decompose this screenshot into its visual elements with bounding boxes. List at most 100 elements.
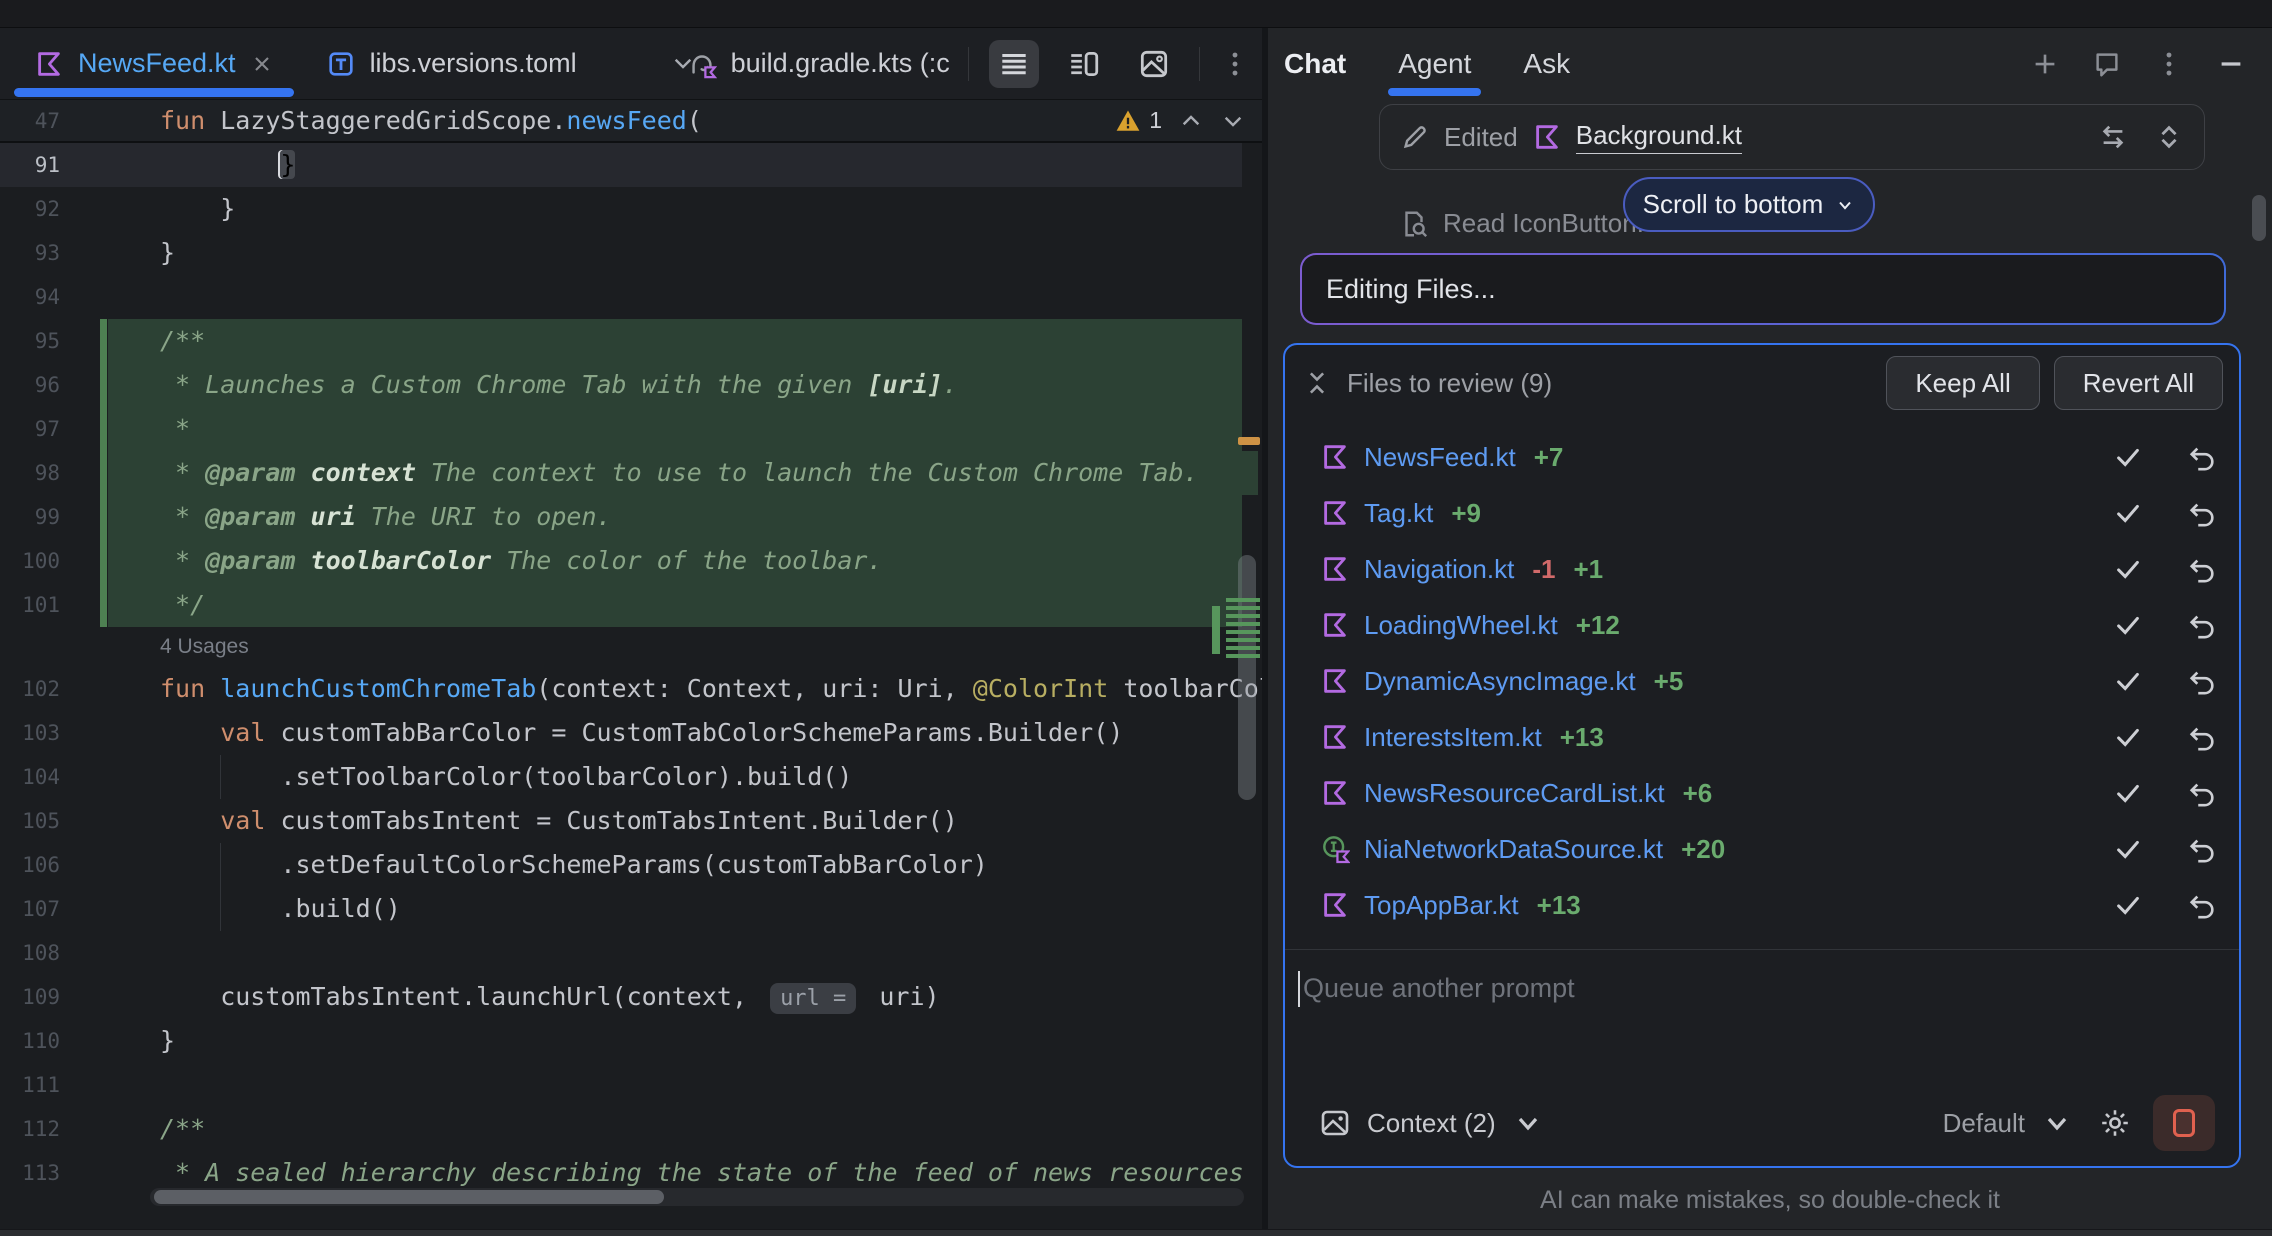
file-link[interactable]: DynamicAsyncImage.kt xyxy=(1364,666,1636,697)
revert-file-icon[interactable] xyxy=(2187,498,2217,528)
code-text: .setDefaultColorSchemeParams(customTabBa… xyxy=(160,843,988,887)
edited-file-card[interactable]: Edited Background.kt xyxy=(1379,104,2205,170)
revert-all-button[interactable]: Revert All xyxy=(2054,356,2223,410)
file-link[interactable]: NewsResourceCardList.kt xyxy=(1364,778,1665,809)
file-link[interactable]: Navigation.kt xyxy=(1364,554,1514,585)
keep-all-button[interactable]: Keep All xyxy=(1886,356,2039,410)
code-line-110: 110} xyxy=(0,1019,1264,1063)
keep-file-icon[interactable] xyxy=(2113,554,2143,584)
kotlin-file-icon xyxy=(1320,554,1350,584)
keep-file-icon[interactable] xyxy=(2113,442,2143,472)
tab-ask[interactable]: Ask xyxy=(1523,48,1570,80)
context-selector[interactable]: Context (2) xyxy=(1367,1108,1496,1139)
panel-options-kebab-icon[interactable] xyxy=(2154,49,2184,79)
line-number: 96 xyxy=(0,363,60,407)
new-chat-icon[interactable] xyxy=(2030,49,2060,79)
code-text: .setToolbarColor(toolbarColor).build() xyxy=(160,755,852,799)
file-link[interactable]: NiaNetworkDataSource.kt xyxy=(1364,834,1663,865)
design-view-button[interactable] xyxy=(1129,40,1179,88)
horizontal-scrollbar-track[interactable] xyxy=(150,1188,1244,1206)
files-to-review-header: Files to review (9) Keep All Revert All xyxy=(1303,355,2223,411)
code-line-112: 112/** xyxy=(0,1107,1264,1151)
revert-file-icon[interactable] xyxy=(2187,890,2217,920)
keep-file-icon[interactable] xyxy=(2113,834,2143,864)
file-review-row-newsresourcecardlist-kt[interactable]: NewsResourceCardList.kt+6 xyxy=(1285,765,2239,821)
revert-file-icon[interactable] xyxy=(2187,442,2217,472)
file-review-row-newsfeed-kt[interactable]: NewsFeed.kt+7 xyxy=(1285,429,2239,485)
hide-panel-icon[interactable] xyxy=(2216,49,2246,79)
previous-problem-icon[interactable] xyxy=(1178,108,1204,134)
revert-file-icon[interactable] xyxy=(2187,610,2217,640)
file-review-row-navigation-kt[interactable]: Navigation.kt-1+1 xyxy=(1285,541,2239,597)
diff-added-count: +13 xyxy=(1560,722,1604,753)
file-link[interactable]: Tag.kt xyxy=(1364,498,1433,529)
line-number: 99 xyxy=(0,495,60,539)
warning-icon[interactable] xyxy=(1115,108,1141,134)
split-view-button[interactable] xyxy=(1059,40,1109,88)
diff-added-count: +1 xyxy=(1573,554,1603,585)
close-tab-icon[interactable] xyxy=(250,52,274,76)
editor-tab-build-gradle-kts-c[interactable]: build.gradle.kts (:c xyxy=(661,28,976,99)
revert-file-icon[interactable] xyxy=(2187,554,2217,584)
line-number: 94 xyxy=(0,275,60,319)
file-link[interactable]: NewsFeed.kt xyxy=(1364,442,1516,473)
file-review-row-nianetworkdatasource-kt[interactable]: NiaNetworkDataSource.kt+20 xyxy=(1285,821,2239,877)
horizontal-scrollbar-thumb[interactable] xyxy=(154,1190,664,1204)
tab-agent[interactable]: Agent xyxy=(1398,48,1471,80)
show-diff-icon[interactable] xyxy=(2098,122,2128,152)
file-link[interactable]: TopAppBar.kt xyxy=(1364,890,1519,921)
usages-label[interactable]: 4 Usages xyxy=(160,627,249,667)
revert-file-icon[interactable] xyxy=(2187,722,2217,752)
sticky-code-header[interactable]: 47 fun LazyStaggeredGridScope.newsFeed( … xyxy=(0,100,1264,143)
read-label: Read IconButton. xyxy=(1443,208,1644,239)
code-area[interactable]: 91 }92 }93}9495/**96 * Launches a Custom… xyxy=(0,143,1264,1236)
next-problem-icon[interactable] xyxy=(1220,108,1246,134)
keep-file-icon[interactable] xyxy=(2113,610,2143,640)
model-selector[interactable]: Default xyxy=(1943,1108,2025,1139)
file-link[interactable]: InterestsItem.kt xyxy=(1364,722,1542,753)
keep-file-icon[interactable] xyxy=(2113,666,2143,696)
revert-file-icon[interactable] xyxy=(2187,666,2217,696)
file-review-row-interestsitem-kt[interactable]: InterestsItem.kt +13 xyxy=(1285,709,2239,765)
keep-file-icon[interactable] xyxy=(2113,722,2143,752)
usages-hint[interactable]: 4 Usages xyxy=(0,627,1264,667)
review-file-list: NewsFeed.kt+7Tag.kt+9Navigation.kt-1+1Lo… xyxy=(1285,429,2239,933)
code-line-91: 91 } xyxy=(0,143,1264,187)
chat-history-icon[interactable] xyxy=(2092,49,2122,79)
edited-file-link[interactable]: Background.kt xyxy=(1576,120,1742,154)
vertical-scrollbar-thumb[interactable] xyxy=(1238,555,1256,800)
revert-file-icon[interactable] xyxy=(2187,834,2217,864)
expand-collapse-icon[interactable] xyxy=(2154,122,2184,152)
code-text: * @param context The context to use to l… xyxy=(160,451,1199,495)
code-line-93: 93} xyxy=(0,231,1264,275)
attach-image-icon[interactable] xyxy=(1319,1107,1351,1139)
list-divider xyxy=(1285,949,2239,950)
file-review-row-tag-kt[interactable]: Tag.kt+9 xyxy=(1285,485,2239,541)
file-link[interactable]: LoadingWheel.kt xyxy=(1364,610,1558,641)
editor-tab-newsfeed-kt[interactable]: NewsFeed.kt xyxy=(8,28,300,99)
collapse-icon[interactable] xyxy=(1303,369,1331,397)
tab-overflow-chevron-icon[interactable] xyxy=(670,50,696,76)
code-view-button[interactable] xyxy=(989,40,1039,88)
keep-file-icon[interactable] xyxy=(2113,890,2143,920)
scroll-to-bottom-button[interactable]: Scroll to bottom xyxy=(1623,177,1875,232)
edited-label: Edited xyxy=(1444,122,1518,153)
files-to-review-panel: Files to review (9) Keep All Revert All … xyxy=(1283,343,2241,1168)
file-review-row-topappbar-kt[interactable]: TopAppBar.kt+13 xyxy=(1285,877,2239,933)
keep-file-icon[interactable] xyxy=(2113,778,2143,808)
code-text: .build() xyxy=(160,887,401,931)
stop-button[interactable] xyxy=(2153,1095,2215,1151)
scrollbar-warning-mark xyxy=(1238,437,1260,445)
line-number: 108 xyxy=(0,931,60,975)
gear-icon[interactable] xyxy=(2099,1107,2131,1139)
chat-scrollbar-thumb[interactable] xyxy=(2252,195,2266,241)
editor-options-kebab-icon[interactable] xyxy=(1220,49,1250,79)
file-review-row-dynamicasyncimage-kt[interactable]: DynamicAsyncImage.kt+5 xyxy=(1285,653,2239,709)
prompt-input[interactable]: Queue another prompt xyxy=(1303,973,1575,1004)
editor-tab-libs-versions-toml[interactable]: libs.versions.toml xyxy=(300,28,603,99)
read-file-row[interactable]: Read IconButton. xyxy=(1399,208,1644,239)
code-text: */ xyxy=(160,583,205,627)
keep-file-icon[interactable] xyxy=(2113,498,2143,528)
file-review-row-loadingwheel-kt[interactable]: LoadingWheel.kt+12 xyxy=(1285,597,2239,653)
revert-file-icon[interactable] xyxy=(2187,778,2217,808)
